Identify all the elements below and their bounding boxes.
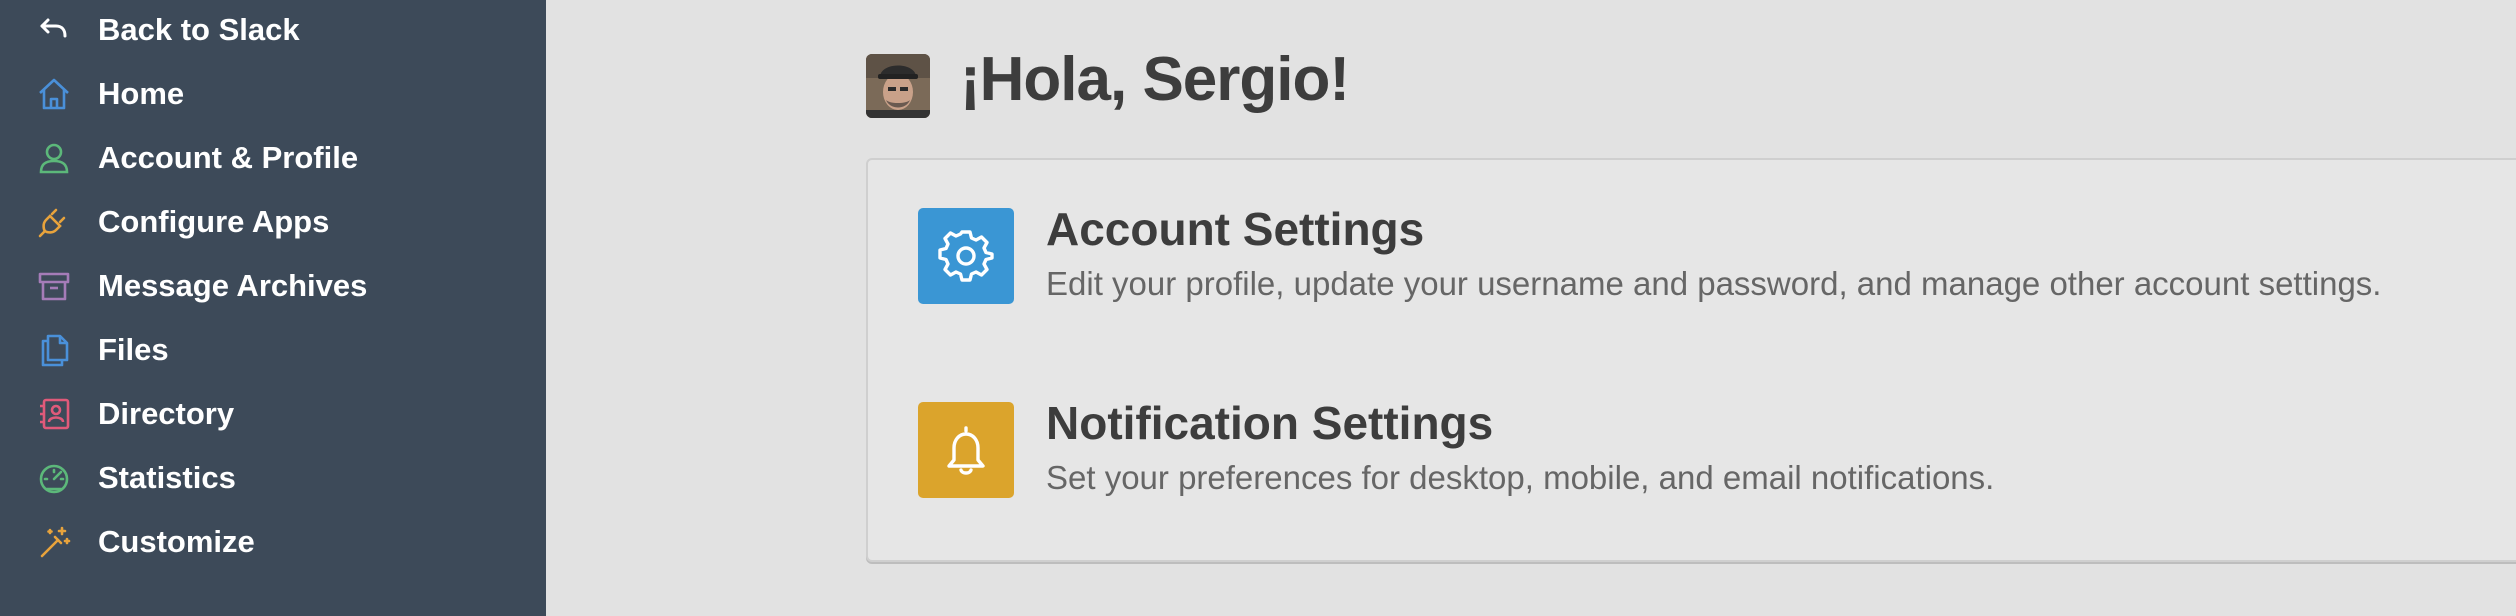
magic-wand-icon (34, 522, 74, 562)
avatar[interactable] (866, 54, 930, 118)
sidebar-item-directory[interactable]: Directory (0, 386, 546, 442)
setting-title: Account Settings (1046, 203, 1425, 255)
sidebar-item-message-archives[interactable]: Message Archives (0, 258, 546, 314)
setting-title: Notification Settings (1046, 397, 1494, 449)
sidebar-item-account-profile[interactable]: Account & Profile (0, 130, 546, 186)
sidebar-item-label: Home (98, 76, 185, 111)
gauge-icon (34, 458, 74, 498)
sidebar-item-statistics[interactable]: Statistics (0, 450, 546, 506)
back-arrow-icon (34, 10, 74, 50)
sidebar-item-back-to-slack[interactable]: Back to Slack (0, 2, 546, 58)
notification-settings-link[interactable]: Notification Settings Set your preferenc… (918, 397, 2418, 502)
sidebar-item-label: Customize (98, 524, 255, 559)
setting-description: Edit your profile, update your username … (1046, 265, 2382, 302)
account-settings-link[interactable]: Account Settings Edit your profile, upda… (918, 203, 2418, 358)
files-icon (34, 330, 74, 370)
page-title: ¡Hola, Sergio! (960, 45, 1350, 114)
settings-card: Account Settings Edit your profile, upda… (866, 158, 2516, 562)
main-content: ¡Hola, Sergio! Account Settings Edit you… (546, 0, 2516, 616)
sidebar-item-label: Directory (98, 396, 235, 431)
sidebar-item-label: Files (98, 332, 169, 367)
setting-description: Set your preferences for desktop, mobile… (1046, 459, 1995, 496)
home-icon (34, 74, 74, 114)
sidebar-item-label: Statistics (98, 460, 236, 495)
sidebar-item-home[interactable]: Home (0, 66, 546, 122)
bell-icon (918, 402, 1014, 498)
plug-icon (34, 202, 74, 242)
sidebar: Back to Slack Home Account & Profile Con… (0, 0, 546, 616)
sidebar-item-label: Message Archives (98, 268, 368, 303)
sidebar-item-files[interactable]: Files (0, 322, 546, 378)
user-icon (34, 138, 74, 178)
sidebar-item-label: Account & Profile (98, 140, 359, 175)
sidebar-item-customize[interactable]: Customize (0, 514, 546, 570)
gear-icon (918, 208, 1014, 304)
sidebar-item-label: Configure Apps (98, 204, 330, 239)
sidebar-item-label: Back to Slack (98, 12, 300, 47)
archive-icon (34, 266, 74, 306)
sidebar-item-configure-apps[interactable]: Configure Apps (0, 194, 546, 250)
directory-icon (34, 394, 74, 434)
